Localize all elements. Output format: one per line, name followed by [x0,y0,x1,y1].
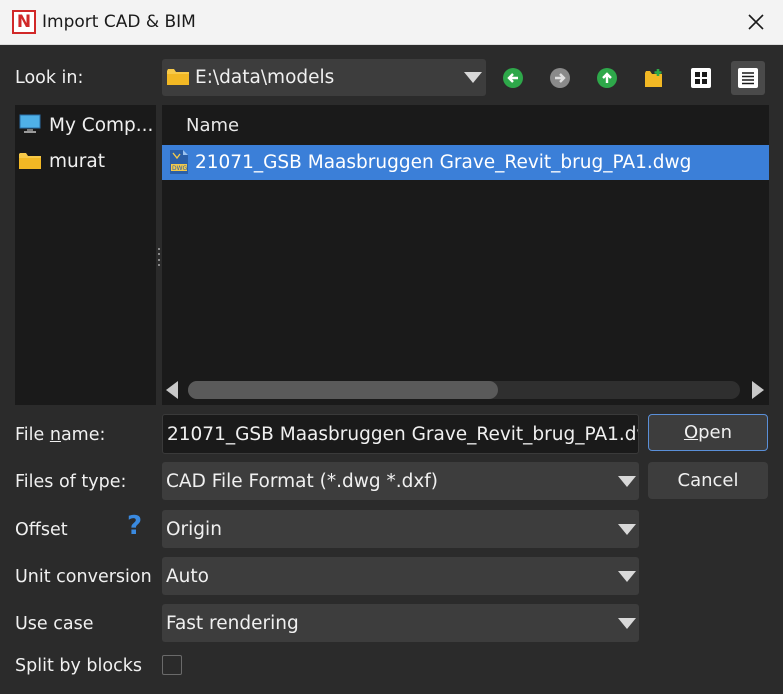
back-button[interactable] [496,61,530,95]
column-header-name[interactable]: Name [186,115,239,136]
dwg-file-icon: DWG [170,150,188,174]
sidebar-item-murat[interactable]: murat [15,145,156,177]
chevron-down-icon [464,72,482,83]
file-name-label: File name: [15,425,106,445]
split-by-blocks-checkbox[interactable] [162,655,182,675]
icon-view-icon [691,68,711,88]
icon-view-button[interactable] [684,61,718,95]
look-in-label: Look in: [15,68,84,88]
chevron-down-icon [618,524,636,535]
parent-folder-button[interactable] [590,61,624,95]
parent-folder-icon [597,68,617,88]
close-icon [748,14,764,30]
app-logo-icon: N [12,10,36,34]
sidebar-item-label: My Comp... [49,114,154,136]
places-sidebar: My Comp... murat [15,105,156,405]
folder-icon [167,69,189,85]
offset-combo[interactable]: Origin [162,510,639,548]
panel-splitter[interactable] [158,248,161,266]
chevron-down-icon [618,618,636,629]
svg-text:DWG: DWG [172,165,188,172]
offset-value: Origin [166,519,222,540]
forward-button[interactable] [543,61,577,95]
unit-conversion-value: Auto [166,566,209,587]
detail-view-button[interactable] [731,61,765,95]
folder-icon [19,153,41,169]
chevron-down-icon [618,476,636,487]
file-name-field[interactable] [163,415,638,453]
use-case-value: Fast rendering [166,613,299,634]
help-icon[interactable]: ? [127,513,142,539]
open-button[interactable]: Open [648,414,768,451]
new-folder-button[interactable] [637,61,671,95]
look-in-value: E:\data\models [195,67,335,88]
offset-label: Offset [15,520,68,540]
window-title: Import CAD & BIM [42,12,196,32]
file-name-input[interactable] [162,414,639,454]
sidebar-item-my-computer[interactable]: My Comp... [15,109,156,141]
files-of-type-value: CAD File Format (*.dwg *.dxf) [166,471,439,492]
detail-view-icon [738,68,758,88]
back-arrow-icon [503,68,523,88]
scrollbar-thumb[interactable] [188,381,498,399]
new-folder-icon [645,69,662,87]
forward-arrow-icon [550,68,570,88]
files-of-type-combo[interactable]: CAD File Format (*.dwg *.dxf) [162,462,639,500]
title-bar: N Import CAD & BIM [0,0,783,45]
files-of-type-label: Files of type: [15,472,127,492]
file-row[interactable]: DWG 21071_GSB Maasbruggen Grave_Revit_br… [162,145,769,180]
scroll-right-arrow-icon[interactable] [752,381,764,399]
cancel-button[interactable]: Cancel [648,462,768,499]
scroll-left-arrow-icon[interactable] [166,381,178,399]
file-list: Name DWG 21071_GSB Maasbruggen Grave_Rev… [162,105,769,405]
sidebar-item-label: murat [49,150,105,172]
use-case-combo[interactable]: Fast rendering [162,604,639,642]
use-case-label: Use case [15,614,94,634]
horizontal-scrollbar[interactable] [188,381,740,399]
look-in-combo[interactable]: E:\data\models [162,59,486,96]
close-button[interactable] [736,4,776,40]
computer-icon [19,114,41,133]
chevron-down-icon [618,571,636,582]
file-name: 21071_GSB Maasbruggen Grave_Revit_brug_P… [195,152,692,173]
unit-conversion-label: Unit conversion [15,567,152,587]
split-by-blocks-label: Split by blocks [15,656,142,676]
unit-conversion-combo[interactable]: Auto [162,557,639,595]
